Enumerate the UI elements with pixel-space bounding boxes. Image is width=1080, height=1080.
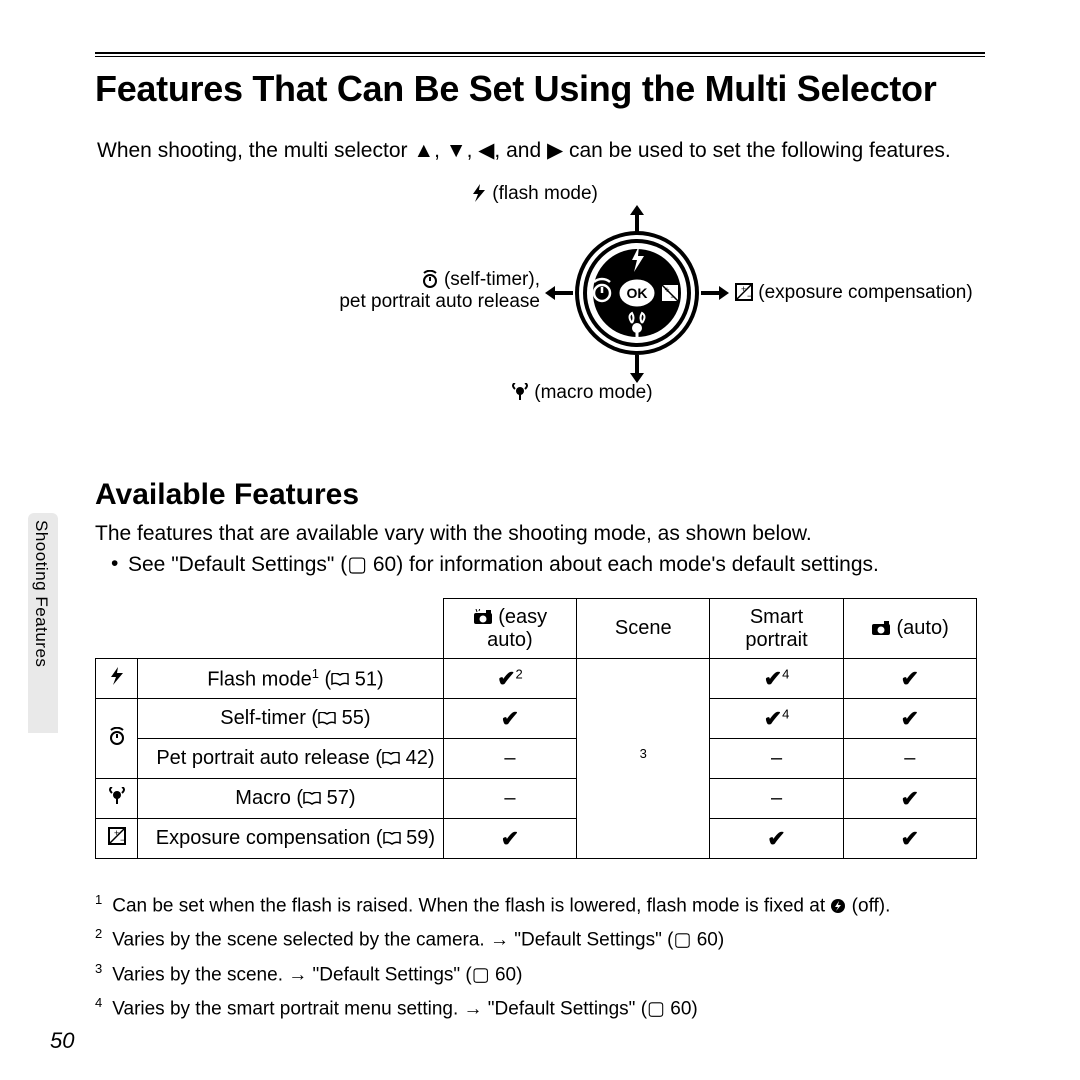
label-down: (macro mode) — [511, 382, 653, 404]
book-icon — [382, 752, 400, 765]
intro-post: can be used to set the following feature… — [563, 139, 951, 162]
col-scene: Scene — [577, 599, 710, 659]
check-icon — [767, 829, 785, 851]
svg-text:+: + — [114, 828, 119, 838]
table-row: +− Exposure compensation ( 59) — [96, 819, 977, 859]
label-right: +− (exposure compensation) — [735, 282, 973, 304]
book-icon — [303, 792, 321, 805]
table-row: Macro ( 57) — [96, 779, 977, 819]
section-heading: Available Features — [95, 478, 359, 512]
scene-footnote-cell: 3 — [577, 659, 710, 859]
flash-off-icon — [830, 898, 846, 914]
intro-text: When shooting, the multi selector , , , … — [97, 138, 951, 163]
page-title: Features That Can Be Set Using the Multi… — [95, 68, 936, 110]
check-icon — [901, 709, 919, 731]
check-icon — [764, 709, 782, 731]
macro-icon — [108, 787, 126, 805]
table-row: Self-timer ( 55) 4 — [96, 699, 977, 739]
book-icon — [383, 832, 401, 845]
svg-text:+: + — [664, 285, 669, 295]
arrow-right-icon — [547, 139, 563, 162]
table-row: Pet portrait auto release ( 42) — [96, 739, 977, 779]
bullet-dot: • — [111, 552, 118, 576]
macro-icon — [511, 383, 529, 401]
book-icon — [318, 712, 336, 725]
sidebar-tab-label: Shooting Features — [31, 520, 51, 667]
check-icon — [501, 709, 519, 731]
check-icon — [501, 829, 519, 851]
pointer-up-icon — [630, 205, 644, 233]
check-icon — [764, 669, 782, 691]
col-easy-auto: (easyauto) — [443, 599, 576, 659]
flash-icon — [109, 667, 125, 685]
flash-icon — [471, 184, 487, 202]
arrow-down-icon — [446, 139, 467, 162]
feature-table: (easyauto) Scene Smartportrait (auto) Fl… — [95, 598, 977, 859]
check-icon — [497, 669, 515, 691]
col-auto: (auto) — [843, 599, 976, 659]
bullet-text: See "Default Settings" (▢ 60) for inform… — [128, 552, 879, 577]
svg-text:OK: OK — [627, 285, 648, 301]
svg-text:−: − — [747, 291, 752, 301]
exposure-comp-icon: +− — [108, 827, 126, 845]
self-timer-icon — [108, 727, 126, 745]
svg-text:−: − — [670, 292, 675, 302]
easy-auto-icon — [473, 609, 493, 625]
check-icon — [901, 669, 919, 691]
intro-pre: When shooting, the multi selector — [97, 139, 413, 162]
selector-dial-icon: OK +− — [572, 228, 702, 358]
label-left: (self-timer), pet portrait auto release — [270, 269, 540, 313]
multi-selector-diagram: OK +− (flash mode) (self-timer), pet por… — [95, 175, 985, 445]
page-number: 50 — [50, 1028, 74, 1054]
col-smart-portrait: Smartportrait — [710, 599, 843, 659]
svg-text:−: − — [120, 835, 125, 845]
self-timer-icon — [421, 270, 439, 288]
table-row: Flash mode1 ( 51) 2 3 4 — [96, 659, 977, 699]
top-rule — [95, 52, 985, 57]
section-intro: The features that are available vary wit… — [95, 522, 812, 546]
label-up: (flash mode) — [471, 183, 598, 205]
auto-icon — [871, 620, 891, 636]
arrow-left-icon — [478, 139, 494, 162]
pointer-down-icon — [630, 355, 644, 383]
arrow-up-icon — [413, 139, 434, 162]
book-icon — [331, 673, 349, 686]
check-icon — [901, 789, 919, 811]
pointer-left-icon — [545, 286, 573, 300]
pointer-right-icon — [701, 286, 729, 300]
check-icon — [901, 829, 919, 851]
exposure-comp-icon: +− — [735, 283, 753, 301]
svg-text:+: + — [741, 284, 746, 294]
footnotes: 1Can be set when the flash is raised. Wh… — [95, 886, 890, 1023]
